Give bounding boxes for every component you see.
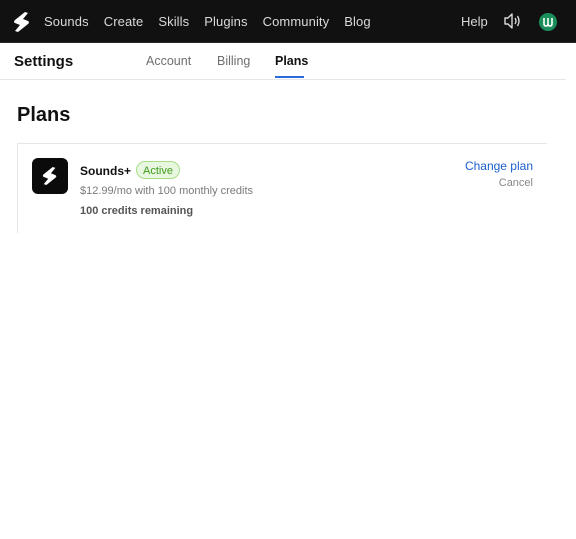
nav-create[interactable]: Create [104, 14, 144, 29]
plan-card: Sounds+ Active $12.99/mo with 100 monthl… [17, 143, 547, 233]
sounds-logo-icon [42, 167, 57, 185]
cancel-plan-link[interactable]: Cancel [499, 177, 533, 189]
top-navigation-bar: Sounds Create Skills Plugins Community B… [0, 0, 576, 43]
plan-price: $12.99/mo with 100 monthly credits [80, 185, 254, 197]
nav-sounds[interactable]: Sounds [44, 14, 89, 29]
nav-community[interactable]: Community [263, 14, 330, 29]
speaker-icon[interactable] [503, 13, 521, 29]
user-avatar[interactable] [539, 13, 557, 31]
credits-remaining: 100 credits remaining [80, 205, 194, 217]
tab-plans[interactable]: Plans [275, 54, 308, 68]
status-badge: Active [136, 161, 180, 179]
active-tab-indicator [275, 76, 304, 78]
main-nav: Sounds Create Skills Plugins Community B… [44, 0, 386, 43]
nav-plugins[interactable]: Plugins [204, 14, 247, 29]
avatar-icon [543, 18, 553, 27]
page-title: Plans [17, 104, 71, 126]
tab-billing[interactable]: Billing [217, 54, 250, 68]
tab-account[interactable]: Account [146, 54, 191, 68]
nav-skills[interactable]: Skills [158, 14, 189, 29]
settings-header: Settings Account Billing Plans [0, 43, 566, 80]
sounds-logo-icon[interactable] [12, 11, 32, 33]
change-plan-link[interactable]: Change plan [465, 159, 533, 173]
nav-blog[interactable]: Blog [344, 14, 370, 29]
settings-title: Settings [14, 53, 74, 70]
help-link[interactable]: Help [461, 14, 488, 29]
plan-name: Sounds+ [80, 164, 132, 178]
plan-logo [32, 158, 68, 194]
